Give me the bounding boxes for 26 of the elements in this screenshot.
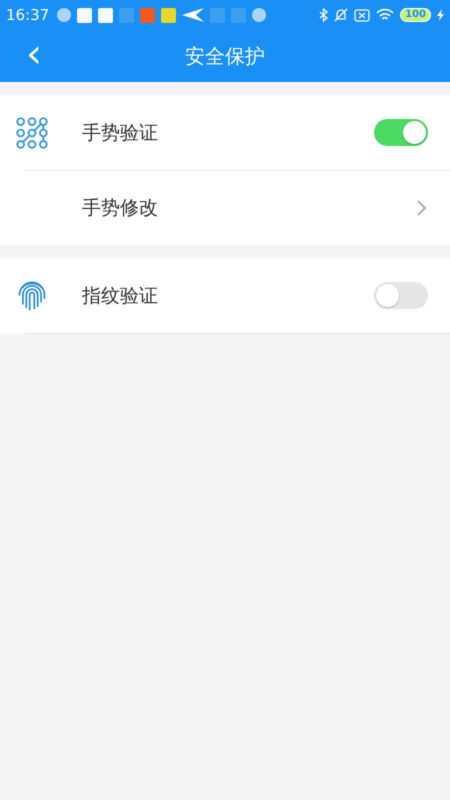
chevron-right-icon	[416, 200, 426, 216]
setting-label: 指纹验证	[82, 284, 159, 308]
charging-bolt-icon	[437, 9, 444, 21]
notification-icon	[161, 8, 176, 22]
paper-plane-icon	[182, 8, 204, 22]
no-sim-icon	[354, 8, 370, 22]
notification-icon	[119, 8, 134, 22]
back-button[interactable]: ‹	[20, 36, 48, 72]
setting-label: 手势修改	[82, 196, 159, 220]
setting-label: 手势验证	[82, 120, 159, 146]
muted-bell-icon	[334, 8, 348, 22]
toggle-switch[interactable]	[374, 282, 428, 309]
notification-icon	[210, 8, 226, 22]
notification-icon	[140, 8, 156, 22]
toggle-switch[interactable]	[374, 119, 428, 146]
gesture-pattern-icon	[15, 116, 49, 150]
battery-level: 100	[400, 8, 431, 22]
bluetooth-icon	[319, 8, 328, 22]
notification-icon	[77, 8, 92, 22]
circle-icon	[57, 8, 72, 22]
notification-icon	[231, 8, 246, 22]
page-title: 安全保护	[185, 42, 265, 70]
circle-icon	[252, 8, 266, 22]
status-time: 16:37	[6, 6, 50, 24]
notification-icon	[98, 8, 114, 22]
wifi-icon	[376, 8, 394, 22]
